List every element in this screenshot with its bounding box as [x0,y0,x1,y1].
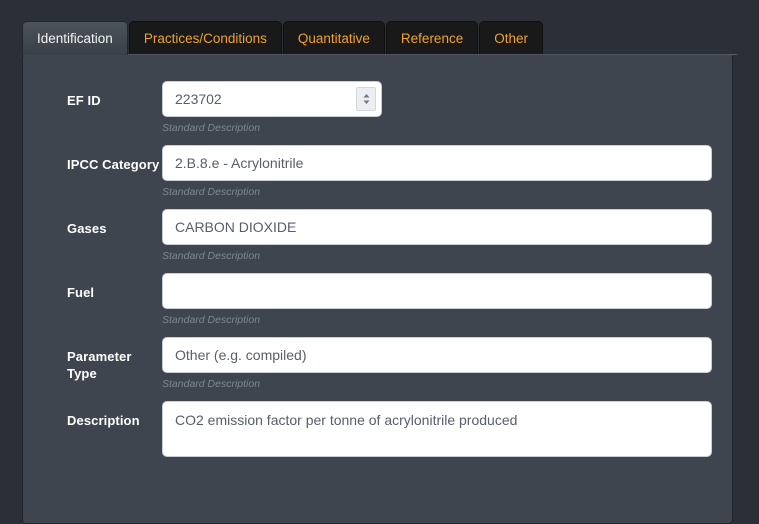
form-row-fuel: FuelStandard Description [23,273,732,327]
tab-identification[interactable]: Identification [22,21,128,55]
spinner-up-down-icon[interactable] [356,87,376,111]
tab-reference[interactable]: Reference [386,21,478,55]
helper-ef-id: Standard Description [162,121,712,135]
form-row-parameter-type: Parameter TypeStandard Description [23,337,732,391]
helper-parameter-type: Standard Description [162,377,712,391]
label-parameter-type: Parameter Type [67,337,162,382]
description-textarea[interactable] [162,401,712,457]
ef-id-stepper [162,81,382,117]
label-fuel: Fuel [67,273,162,301]
field-fuel: Standard Description [162,273,732,327]
helper-gases: Standard Description [162,249,712,263]
label-ipcc-category: IPCC Category [67,145,162,173]
field-description [162,401,732,457]
tab-practices-conditions[interactable]: Practices/Conditions [129,21,282,55]
field-gases: Standard Description [162,209,732,263]
field-parameter-type: Standard Description [162,337,732,391]
field-ipcc-category: Standard Description [162,145,732,199]
helper-ipcc-category: Standard Description [162,185,712,199]
ef-id-input[interactable] [162,81,382,117]
label-ef-id: EF ID [67,81,162,109]
ipcc-category-input[interactable] [162,145,712,181]
tab-quantitative[interactable]: Quantitative [283,21,385,55]
fuel-input[interactable] [162,273,712,309]
form-row-description: Description [23,401,732,457]
label-description: Description [67,401,162,429]
helper-fuel: Standard Description [162,313,712,327]
tab-bar: IdentificationPractices/ConditionsQuanti… [0,0,759,55]
gases-input[interactable] [162,209,712,245]
parameter-type-input[interactable] [162,337,712,373]
field-ef-id: Standard Description [162,81,732,135]
form-row-ipcc-category: IPCC CategoryStandard Description [23,145,732,199]
form-row-gases: GasesStandard Description [23,209,732,263]
identification-panel: EF IDStandard DescriptionIPCC CategorySt… [22,54,733,524]
form-row-ef-id: EF IDStandard Description [23,81,732,135]
label-gases: Gases [67,209,162,237]
identification-form: EF IDStandard DescriptionIPCC CategorySt… [23,55,732,457]
tab-other[interactable]: Other [479,21,543,55]
